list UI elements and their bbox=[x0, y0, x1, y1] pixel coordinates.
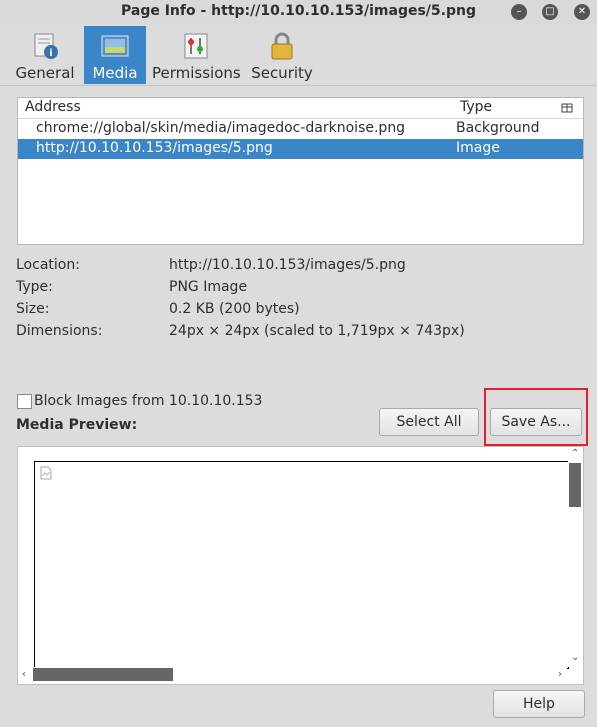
tab-security[interactable]: Security bbox=[250, 26, 314, 84]
column-picker-icon[interactable] bbox=[561, 102, 573, 114]
save-as-highlight bbox=[484, 388, 588, 446]
media-icon bbox=[101, 35, 129, 57]
scroll-down-icon[interactable]: ⌄ bbox=[571, 652, 579, 663]
row-address: chrome://global/skin/media/imagedoc-dark… bbox=[36, 120, 406, 136]
dimensions-value: 24px × 24px (scaled to 1,719px × 743px) bbox=[169, 323, 465, 339]
media-list[interactable]: Address Type chrome://global/skin/media/… bbox=[17, 97, 584, 245]
tab-security-label: Security bbox=[251, 64, 313, 82]
tab-media-label: Media bbox=[92, 64, 138, 82]
column-type[interactable]: Type bbox=[460, 99, 492, 115]
tab-general-label: General bbox=[15, 64, 75, 82]
list-row[interactable]: chrome://global/skin/media/imagedoc-dark… bbox=[18, 119, 583, 139]
list-row-selected[interactable]: http://10.10.10.153/images/5.png Image bbox=[18, 139, 583, 159]
select-all-button[interactable]: Select All bbox=[379, 408, 479, 436]
tab-permissions[interactable]: Permissions bbox=[152, 26, 241, 84]
tab-permissions-label: Permissions bbox=[152, 64, 241, 82]
vertical-scrollbar-thumb[interactable] bbox=[569, 463, 581, 507]
minimize-icon[interactable]: – bbox=[511, 4, 527, 20]
maximize-icon[interactable]: □ bbox=[542, 4, 558, 20]
media-preview: ⌃ ⌄ ‹ › bbox=[17, 446, 584, 685]
row-type: Background bbox=[456, 120, 540, 136]
title-bar: Page Info - http://10.10.10.153/images/5… bbox=[0, 0, 597, 24]
block-images-label[interactable]: Block Images from 10.10.10.153 bbox=[34, 393, 262, 409]
window-title: Page Info - http://10.10.10.153/images/5… bbox=[121, 3, 476, 19]
scroll-right-icon[interactable]: › bbox=[558, 669, 562, 680]
info-document-icon: i bbox=[34, 33, 58, 59]
row-address: http://10.10.10.153/images/5.png bbox=[36, 140, 273, 156]
scroll-left-icon[interactable]: ‹ bbox=[22, 669, 26, 680]
broken-image-icon bbox=[40, 466, 52, 480]
size-value: 0.2 KB (200 bytes) bbox=[169, 301, 300, 317]
preview-image-frame bbox=[34, 461, 569, 669]
block-images-checkbox[interactable] bbox=[17, 394, 32, 409]
horizontal-scrollbar-thumb[interactable] bbox=[33, 668, 173, 681]
media-preview-label: Media Preview: bbox=[16, 417, 138, 433]
type-value: PNG Image bbox=[169, 279, 248, 295]
help-button[interactable]: Help bbox=[493, 690, 585, 718]
location-label: Location: bbox=[16, 257, 80, 273]
row-type: Image bbox=[456, 140, 500, 156]
column-address[interactable]: Address bbox=[25, 99, 81, 115]
tab-toolbar: i General Media Permissions Security bbox=[0, 24, 597, 86]
close-icon[interactable]: ✕ bbox=[574, 4, 590, 20]
svg-text:i: i bbox=[49, 48, 52, 59]
permissions-icon bbox=[184, 33, 208, 59]
type-label: Type: bbox=[16, 279, 53, 295]
tab-media[interactable]: Media bbox=[84, 26, 146, 84]
tab-general[interactable]: i General bbox=[14, 26, 76, 84]
scroll-up-icon[interactable]: ⌃ bbox=[571, 448, 579, 459]
size-label: Size: bbox=[16, 301, 50, 317]
location-value: http://10.10.10.153/images/5.png bbox=[169, 257, 406, 273]
dimensions-label: Dimensions: bbox=[16, 323, 103, 339]
lock-icon bbox=[271, 32, 293, 60]
list-header: Address Type bbox=[18, 98, 583, 119]
